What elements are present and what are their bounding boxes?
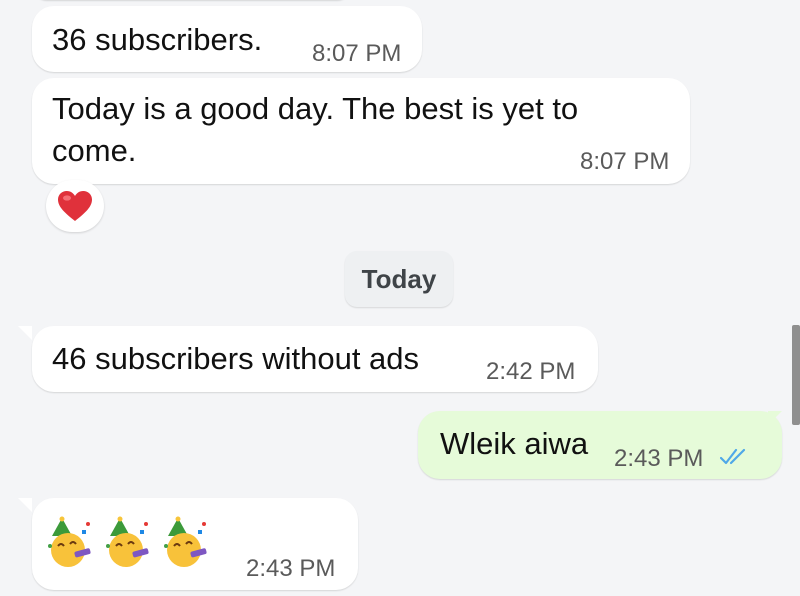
scrollbar-thumb[interactable]	[792, 325, 800, 425]
message-text-line-1: Today is a good day. The best is yet to	[52, 91, 579, 126]
date-divider: Today	[345, 251, 453, 307]
message-bubble-incoming[interactable]: 2:43 PM	[32, 498, 358, 590]
message-reaction[interactable]	[46, 180, 104, 232]
message-bubble-incoming[interactable]: Today is a good day. The best is yet to …	[32, 78, 690, 184]
double-check-icon	[720, 448, 746, 465]
message-timestamp: 2:42 PM	[486, 358, 576, 385]
bubble-tail	[768, 411, 782, 425]
message-timestamp: 8:07 PM	[580, 148, 670, 175]
message-text-line-2: come.	[52, 133, 137, 168]
message-bubble-incoming[interactable]: 46 subscribers without ads 2:42 PM	[32, 326, 598, 392]
message-bubble-outgoing[interactable]: Wleik aiwa 2:43 PM	[418, 411, 782, 479]
message-timestamp: 2:43 PM	[246, 555, 336, 582]
message-timestamp: 8:07 PM	[312, 40, 402, 67]
bubble-tail	[18, 326, 32, 340]
message-bubble-incoming[interactable]: 36 subscribers. 8:07 PM	[32, 6, 422, 72]
partying-face-icon	[164, 516, 207, 567]
message-text: Wleik aiwa	[440, 426, 589, 461]
bubble-tail	[18, 498, 32, 512]
message-text: 36 subscribers.	[52, 22, 263, 57]
message-timestamp: 2:43 PM	[614, 445, 704, 472]
partying-face-icon	[48, 516, 91, 567]
partying-face-icon	[106, 516, 149, 567]
message-text: 46 subscribers without ads	[52, 341, 420, 376]
red-heart-icon	[58, 191, 92, 221]
